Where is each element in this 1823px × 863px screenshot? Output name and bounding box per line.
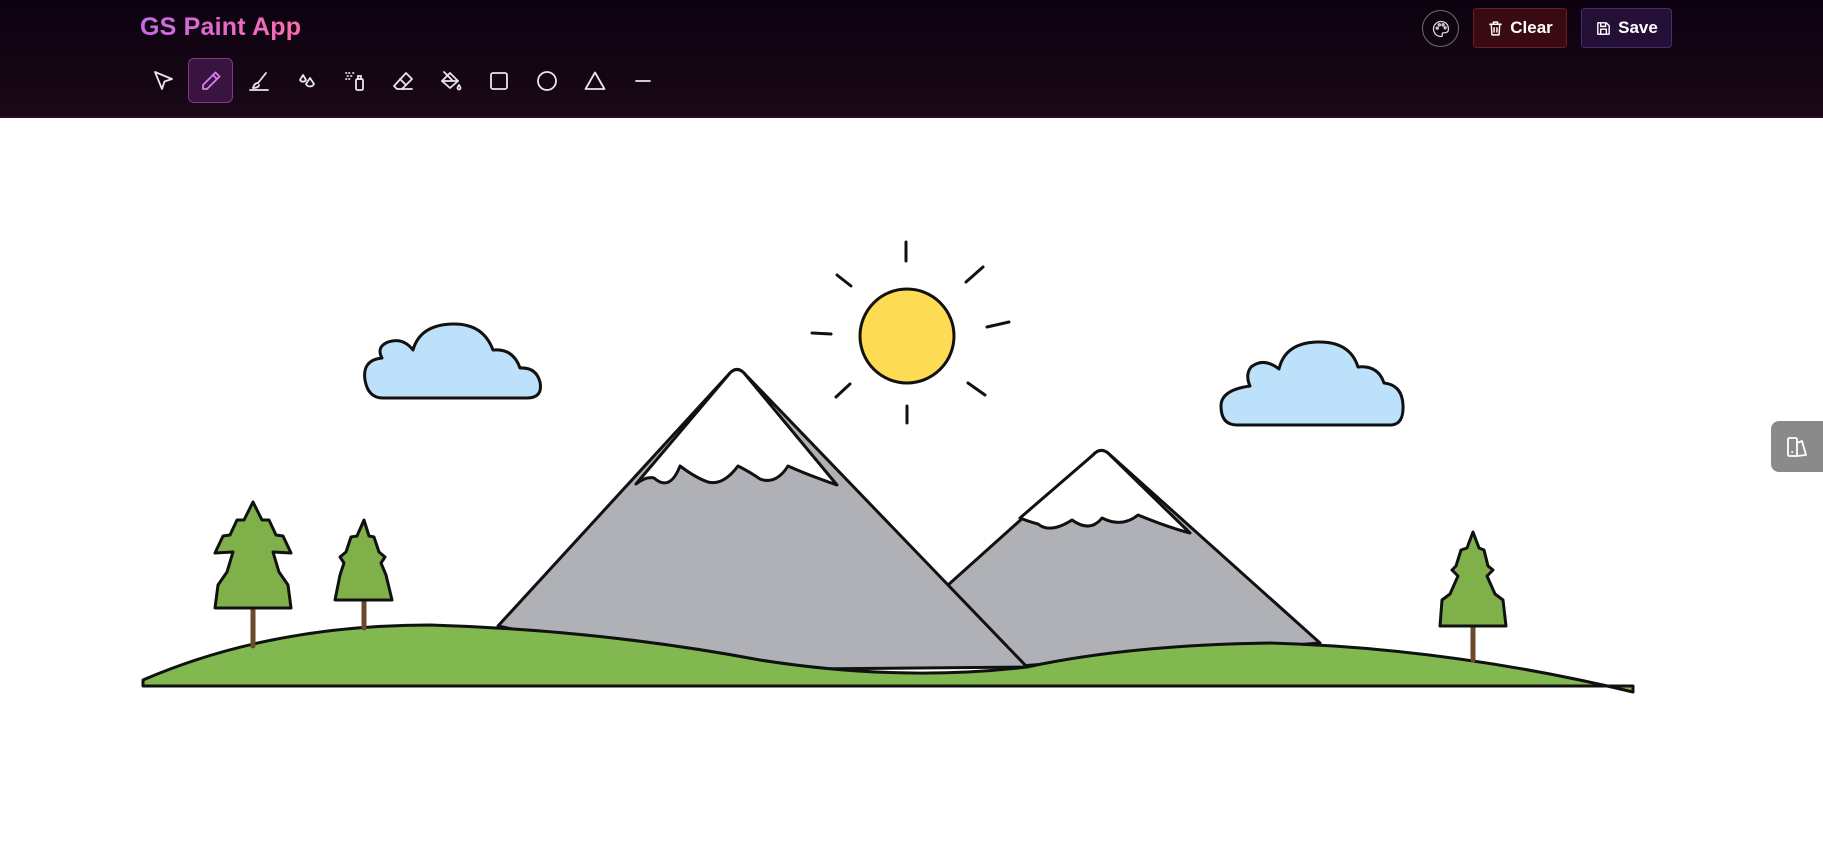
brush-icon — [248, 71, 269, 91]
sun — [858, 287, 956, 385]
droplets-icon — [298, 73, 315, 87]
save-button-label: Save — [1618, 18, 1658, 37]
select-tool-button[interactable] — [140, 58, 185, 103]
ink-tool-button[interactable] — [284, 58, 329, 103]
palette-icon — [1432, 20, 1449, 37]
minus-icon — [634, 79, 651, 82]
spray-can-icon — [344, 71, 364, 91]
brush-tool-button[interactable] — [236, 58, 281, 103]
top-toolbar: GS Paint App Clear Save — [0, 0, 1823, 118]
tree-2 — [333, 518, 394, 631]
side-panel-toggle[interactable] — [1771, 421, 1823, 472]
clear-button[interactable]: Clear — [1473, 8, 1567, 48]
drawing-canvas[interactable] — [0, 118, 1823, 863]
pencil-icon — [201, 71, 220, 90]
eraser-icon — [392, 71, 413, 90]
eraser-tool-button[interactable] — [380, 58, 425, 103]
pencil-tool-button[interactable] — [188, 58, 233, 103]
trash-icon — [1489, 20, 1503, 36]
cloud-left — [363, 322, 542, 400]
save-icon — [1597, 21, 1611, 35]
triangle-icon — [584, 71, 605, 90]
fill-tool-button[interactable] — [428, 58, 473, 103]
circle-tool-button[interactable] — [524, 58, 569, 103]
line-tool-button[interactable] — [620, 58, 665, 103]
save-button[interactable]: Save — [1581, 8, 1672, 48]
tool-group — [140, 58, 665, 103]
mountain-left-snow — [634, 368, 839, 487]
paint-bucket-icon — [440, 70, 461, 90]
rectangle-tool-button[interactable] — [476, 58, 521, 103]
spray-tool-button[interactable] — [332, 58, 377, 103]
tree-1 — [213, 500, 293, 649]
square-icon — [489, 71, 508, 90]
triangle-tool-button[interactable] — [572, 58, 617, 103]
mountain-right-snow — [1018, 448, 1192, 535]
layers-panel-icon — [1787, 436, 1807, 457]
cursor-arrow-icon — [153, 70, 173, 90]
color-palette-button[interactable] — [1422, 10, 1459, 47]
cloud-right — [1219, 340, 1405, 427]
circle-icon — [536, 70, 557, 91]
landscape-drawing — [141, 240, 1635, 694]
tree-3 — [1438, 530, 1508, 663]
clear-button-label: Clear — [1510, 18, 1553, 37]
app-title: GS Paint App — [140, 13, 302, 41]
